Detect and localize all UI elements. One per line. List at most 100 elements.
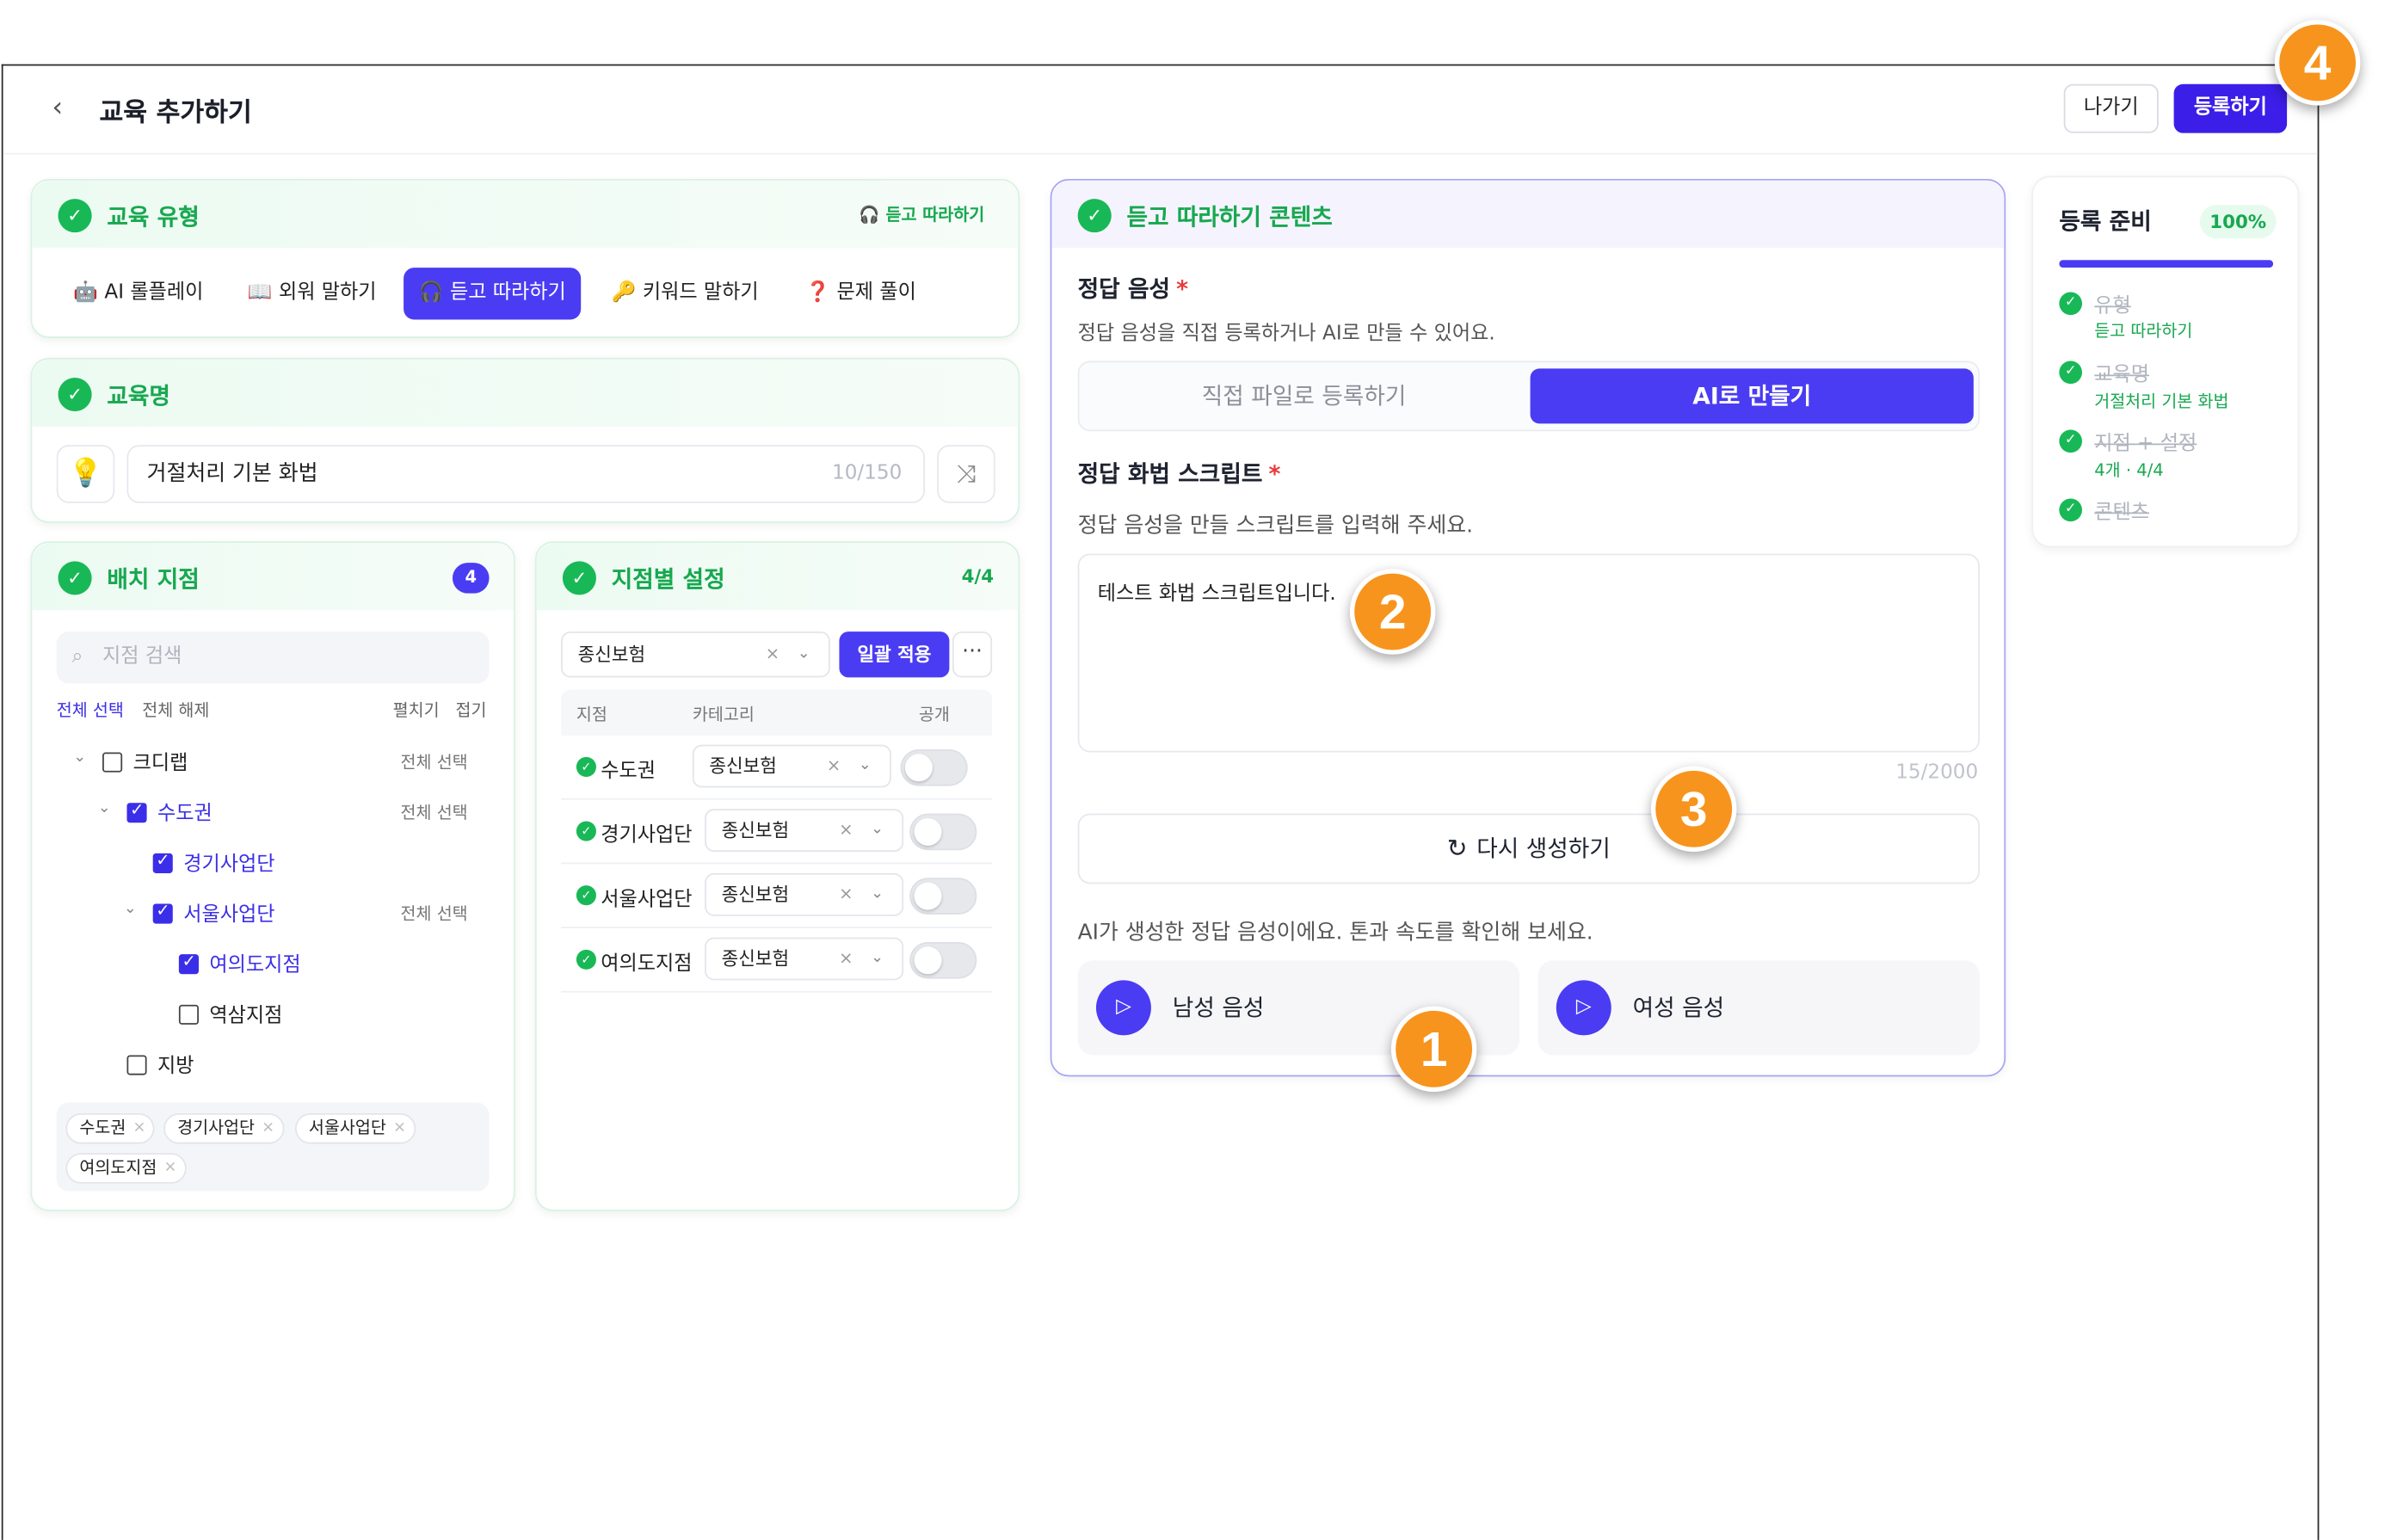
chevron-down-icon[interactable]: ⌄	[98, 800, 111, 817]
bulk-apply-button[interactable]: 일괄 적용	[839, 631, 950, 678]
table-row: ✓ 여의도지점 종신보험 × ⌄	[561, 928, 993, 993]
chevron-down-icon: ⌄	[797, 645, 810, 662]
app-window: ‹ 교육 추가하기 나가기 등록하기 ✓ 교육 유형 🎧 듣고 따라하기 🤖 A…	[1, 64, 2320, 1540]
public-toggle[interactable]	[909, 878, 977, 915]
select-value: 종신보험	[721, 948, 790, 970]
card-title: 교육 유형	[107, 203, 200, 231]
search-icon: ⌕	[71, 645, 83, 668]
column-header: 공개	[918, 705, 950, 725]
select-value: 종신보험	[721, 819, 790, 841]
register-button[interactable]: 등록하기	[2173, 83, 2288, 133]
tree-select-all[interactable]: 전체 선택	[401, 749, 468, 773]
check-icon: ✓	[2059, 292, 2083, 316]
tree-item[interactable]: 크디랩	[102, 746, 188, 775]
tree-item[interactable]: 지방	[126, 1049, 194, 1078]
exit-button[interactable]: 나가기	[2063, 83, 2159, 133]
public-toggle[interactable]	[900, 748, 968, 786]
clear-icon[interactable]: ×	[839, 810, 853, 850]
public-toggle[interactable]	[909, 813, 977, 851]
headphone-icon: 🎧	[859, 205, 886, 225]
more-icon[interactable]: ···	[952, 631, 993, 678]
tab-memorize-speak[interactable]: 📖 외워 말하기	[232, 268, 391, 319]
tree-select-all[interactable]: 전체 선택	[401, 901, 468, 925]
tab-listen-repeat[interactable]: 🎧 듣고 따라하기	[404, 268, 582, 320]
clear-icon[interactable]: ×	[839, 875, 853, 915]
row-category-select[interactable]: 종신보험 × ⌄	[705, 809, 904, 853]
chip[interactable]: 여의도지점 ×	[65, 1153, 187, 1184]
back-chevron-icon[interactable]: ‹	[52, 93, 79, 124]
checkbox[interactable]	[126, 1055, 147, 1075]
tree-item-label: 역삼지점	[209, 1004, 283, 1028]
chip[interactable]: 경기사업단 ×	[163, 1113, 284, 1144]
edu-name-value: 거절처리 기본 화법	[146, 461, 318, 487]
tree-select-all[interactable]: 전체 선택	[401, 800, 468, 824]
branch-search-input[interactable]: ⌕ 지점 검색	[56, 631, 490, 684]
chip[interactable]: 수도권 ×	[65, 1113, 156, 1144]
select-all-link[interactable]: 전체 선택	[57, 698, 124, 722]
public-toggle[interactable]	[909, 941, 977, 979]
tree-item[interactable]: 서울사업단	[152, 897, 274, 927]
seg-file-upload[interactable]: 직접 파일로 등록하기	[1079, 362, 1528, 429]
checkbox[interactable]	[178, 952, 199, 975]
checkbox[interactable]	[102, 752, 123, 773]
checkbox[interactable]	[152, 850, 173, 873]
clear-icon[interactable]: ×	[766, 633, 779, 676]
checkbox[interactable]	[126, 800, 147, 823]
card-header	[32, 359, 1019, 427]
chevron-down-icon[interactable]: ⌄	[124, 901, 137, 918]
play-icon[interactable]: ▷	[1095, 980, 1151, 1036]
branches-card: ✓ 배치 지점 4 ⌕ 지점 검색 전체 선택 전체 해제 펼치기 접기 ⌄ 크…	[30, 541, 515, 1211]
clear-icon[interactable]: ×	[839, 939, 853, 978]
check-icon: ✓	[58, 378, 92, 412]
row-category-select[interactable]: 종신보험 × ⌄	[705, 872, 904, 916]
progress-card: 등록 준비 100% ✓ 유형 듣고 따라하기 ✓ 교육명 거절처리 기본 화법…	[2031, 176, 2300, 548]
clear-icon[interactable]: ×	[827, 746, 841, 785]
table-row: ✓ 수도권 종신보험 × ⌄	[561, 736, 993, 800]
card-header	[536, 543, 1019, 611]
female-voice-button[interactable]: ▷ 여성 음성	[1537, 960, 1980, 1056]
checkbox[interactable]	[178, 1004, 199, 1025]
search-placeholder: 지점 검색	[102, 645, 182, 668]
script-text: 테스트 화법 스크립트입니다.	[1097, 582, 1336, 606]
answer-voice-label: 정답 음성 *	[1078, 272, 1188, 304]
tree-item[interactable]: 여의도지점	[178, 948, 301, 977]
tree-item[interactable]: 경기사업단	[152, 847, 274, 877]
close-icon[interactable]: ×	[133, 1115, 146, 1143]
close-icon[interactable]: ×	[164, 1155, 177, 1182]
close-icon[interactable]: ×	[393, 1115, 406, 1143]
expand-link[interactable]: 펼치기	[393, 698, 440, 722]
check-icon: ✓	[58, 561, 92, 595]
chip[interactable]: 서울사업단 ×	[294, 1113, 416, 1144]
tree-item[interactable]: 역삼지점	[178, 999, 283, 1028]
regenerate-button[interactable]: ↻ 다시 생성하기	[1077, 813, 1980, 884]
close-icon[interactable]: ×	[262, 1115, 274, 1143]
tab-quiz[interactable]: ❓ 문제 풀이	[791, 268, 932, 319]
deselect-all-link[interactable]: 전체 해제	[142, 698, 209, 722]
script-textarea[interactable]: 테스트 화법 스크립트입니다.	[1077, 553, 1980, 753]
checkbox[interactable]	[152, 901, 173, 924]
bulk-category-select[interactable]: 종신보험 × ⌄	[561, 631, 830, 678]
tab-keyword-speak[interactable]: 🔑 키워드 말하기	[596, 268, 774, 319]
play-icon[interactable]: ▷	[1556, 980, 1611, 1036]
section-label-text: 정답 화법 스크립트	[1077, 460, 1263, 489]
lightbulb-icon[interactable]: 💡	[56, 445, 115, 503]
chevron-down-icon[interactable]: ⌄	[73, 749, 86, 767]
script-char-count: 15/2000	[1895, 761, 1979, 785]
collapse-link[interactable]: 접기	[455, 698, 486, 722]
chip-label: 수도권	[79, 1118, 126, 1138]
edu-name-input[interactable]: 거절처리 기본 화법 10/150	[126, 445, 925, 503]
column-header: 카테고리	[692, 705, 755, 725]
step-name: 교육명	[2094, 364, 2149, 387]
step-name: 콘텐츠	[2094, 502, 2149, 525]
row-category-select[interactable]: 종신보험 × ⌄	[692, 744, 891, 788]
check-icon: ✓	[576, 756, 596, 777]
progress-bar	[2059, 260, 2274, 268]
tab-ai-roleplay[interactable]: 🤖 AI 롤플레이	[59, 268, 219, 319]
card-title: 듣고 따라하기 콘텐츠	[1126, 203, 1333, 231]
shuffle-icon[interactable]: ⤨	[937, 445, 995, 503]
row-branch-name: 여의도지점	[601, 952, 693, 976]
row-category-select[interactable]: 종신보험 × ⌄	[705, 937, 904, 981]
seg-ai-create[interactable]: AI로 만들기	[1530, 368, 1974, 424]
card-title: 배치 지점	[107, 565, 200, 594]
tree-item[interactable]: 수도권	[126, 797, 213, 826]
